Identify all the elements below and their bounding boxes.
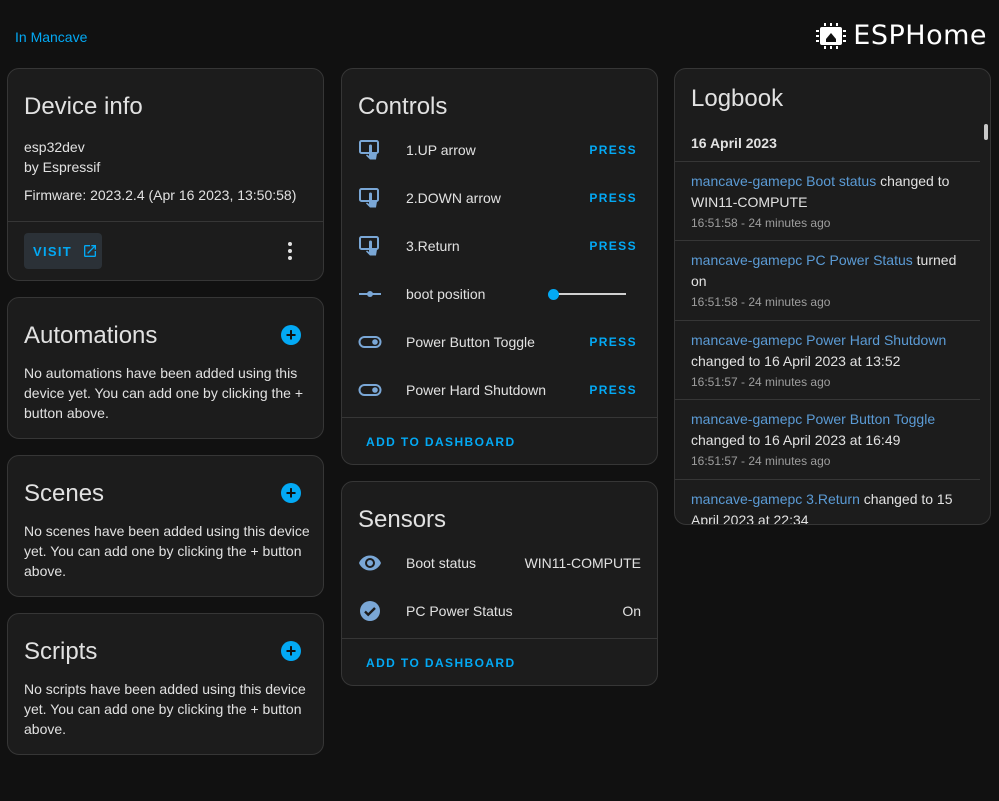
add-script-button[interactable]: + [281,641,301,661]
add-scene-button[interactable]: + [281,483,301,503]
sensor-row[interactable]: Boot status WIN11-COMPUTE [342,539,657,587]
control-label: Power Button Toggle [406,334,535,350]
more-options-icon[interactable] [287,242,293,260]
device-info-title: Device info [24,93,143,120]
slider-thumb[interactable] [548,288,559,300]
press-button[interactable]: PRESS [589,143,637,157]
toggle-switch-icon [358,384,382,396]
gesture-tap-button-icon [359,236,379,256]
press-button[interactable]: PRESS [589,383,637,397]
add-to-dashboard-button[interactable]: ADD TO DASHBOARD [366,656,516,670]
ray-vertex-icon [359,291,381,297]
log-separator [675,320,980,321]
log-separator [675,161,980,162]
controls-title: Controls [358,93,448,120]
scenes-card: Scenes + No scenes have been added using… [7,455,324,597]
sensors-card: Sensors Boot status WIN11-COMPUTE PC Pow… [341,481,658,686]
sensor-label: Boot status [406,555,477,571]
scripts-title: Scripts [24,638,98,665]
open-in-new-icon [84,245,97,257]
control-row[interactable]: 3.Return PRESS [342,222,657,270]
control-label: 3.Return [406,238,460,254]
scripts-card: Scripts + No scripts have been added usi… [7,613,324,755]
log-entity-link[interactable]: mancave-gamepc Power Hard Shutdown [691,332,946,348]
control-row: boot position [342,270,657,318]
control-row[interactable]: Power Hard Shutdown PRESS [342,366,657,414]
log-entry: mancave-gamepc 3.Return changed to 15 Ap… [691,489,966,524]
slider-track [552,293,626,295]
log-time: 16:51:57 - 24 minutes ago [691,454,831,468]
log-time: 16:51:58 - 24 minutes ago [691,216,831,230]
automations-title: Automations [24,322,158,349]
sensor-row[interactable]: PC Power Status On [342,587,657,635]
control-row[interactable]: 1.UP arrow PRESS [342,126,657,174]
device-model: esp32dev [24,139,85,155]
log-time: 16:51:57 - 24 minutes ago [691,375,831,389]
scenes-title: Scenes [24,480,105,507]
gesture-tap-button-icon [359,140,379,160]
log-entry: mancave-gamepc PC Power Status turned on… [691,250,966,312]
log-separator [675,240,980,241]
logbook-title: Logbook [691,85,784,112]
log-separator [675,399,980,400]
add-automation-button[interactable]: + [281,325,301,345]
log-separator [675,479,980,480]
control-row[interactable]: Power Button Toggle PRESS [342,318,657,366]
visit-label: VISIT [33,243,73,259]
control-label: 1.UP arrow [406,142,476,158]
log-entry: mancave-gamepc Power Hard Shutdown chang… [691,330,966,392]
sensor-value: On [622,603,641,619]
control-label: boot position [406,286,486,302]
scripts-empty-text: No scripts have been added using this de… [24,681,306,737]
logbook-card: Logbook 16 April 2023 mancave-gamepc Boo… [674,68,991,525]
automations-empty-text: No automations have been added using thi… [24,365,304,421]
card-divider [342,417,657,418]
sensor-label: PC Power Status [406,603,513,619]
log-entity-link[interactable]: mancave-gamepc Boot status [691,173,876,189]
card-divider [342,638,657,639]
control-label: 2.DOWN arrow [406,190,501,206]
log-entity-link[interactable]: mancave-gamepc Power Button Toggle [691,411,935,427]
check-circle-icon [360,601,380,621]
device-manufacturer: by Espressif [24,159,101,175]
gesture-tap-button-icon [359,188,379,208]
press-button[interactable]: PRESS [589,239,637,253]
scenes-empty-text: No scenes have been added using this dev… [24,523,310,579]
sensor-value: WIN11-COMPUTE [524,555,641,571]
log-entry: mancave-gamepc Boot status changed to WI… [691,171,966,233]
sensors-title: Sensors [358,506,447,533]
logbook-scrollbar[interactable] [984,124,988,140]
esphome-logo-icon [816,22,847,49]
press-button[interactable]: PRESS [589,335,637,349]
log-message: changed to 16 April 2023 at 13:52 [691,353,901,369]
log-time: 16:51:58 - 24 minutes ago [691,295,831,309]
controls-card: Controls 1.UP arrow PRESS 2.DOWN arrow P… [341,68,658,465]
control-label: Power Hard Shutdown [406,382,547,398]
press-button[interactable]: PRESS [589,191,637,205]
card-divider [8,221,323,222]
device-firmware: Firmware: 2023.2.4 (Apr 16 2023, 13:50:5… [24,187,297,203]
brand-name: ESPHome [853,20,987,51]
logbook-date: 16 April 2023 [691,135,777,151]
esphome-brand: ESPHome [815,20,987,51]
eye-icon [359,555,381,571]
visit-button[interactable]: VISIT [24,233,102,269]
toggle-switch-icon [358,336,382,348]
area-link[interactable]: In Mancave [15,29,87,45]
add-to-dashboard-button[interactable]: ADD TO DASHBOARD [366,435,516,449]
log-message: changed to 16 April 2023 at 16:49 [691,432,901,448]
log-entity-link[interactable]: mancave-gamepc PC Power Status [691,252,913,268]
log-entry: mancave-gamepc Power Button Toggle chang… [691,409,966,471]
log-entity-link[interactable]: mancave-gamepc 3.Return [691,491,860,507]
device-info-card: Device info esp32dev by Espressif Firmwa… [7,68,324,281]
boot-position-slider[interactable] [548,284,626,304]
automations-card: Automations + No automations have been a… [7,297,324,439]
control-row[interactable]: 2.DOWN arrow PRESS [342,174,657,222]
